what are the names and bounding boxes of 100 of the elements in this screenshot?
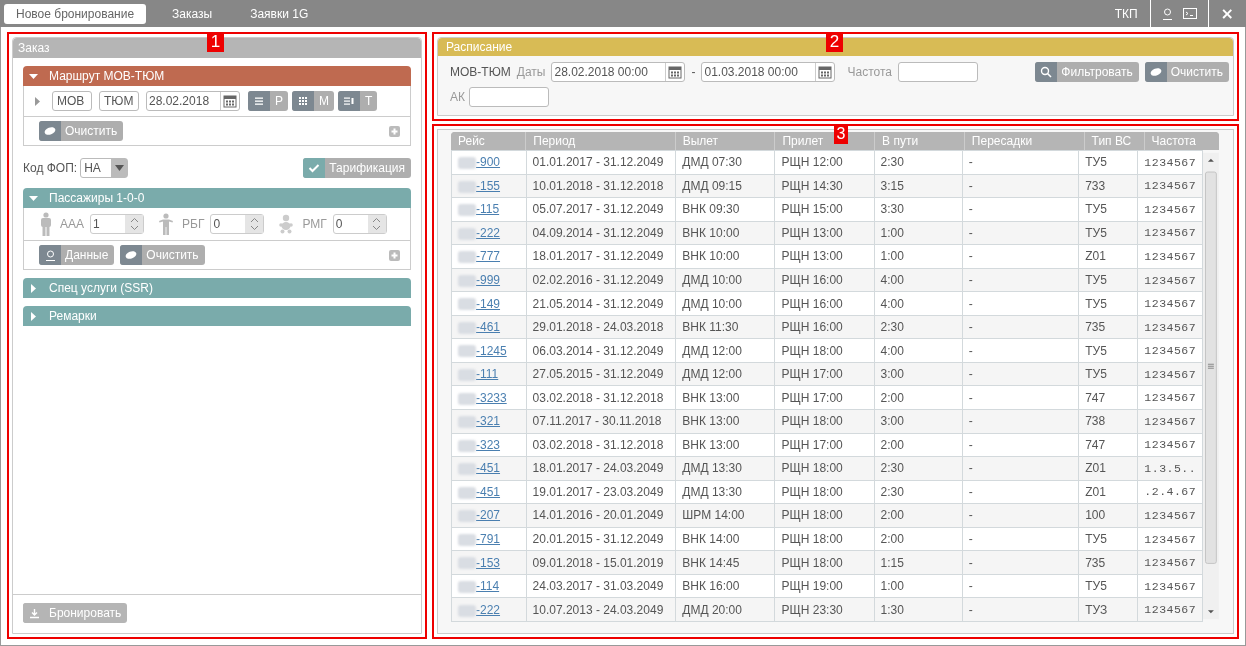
blurred-patch-icon <box>458 274 476 287</box>
arrival-cell: РЩН 14:30 <box>774 174 875 198</box>
caret-right-icon[interactable] <box>29 283 38 293</box>
nav-tab[interactable]: Заказы <box>160 3 225 24</box>
arrival-cell: РЩН 18:00 <box>774 456 875 481</box>
number-spinner[interactable]: 0 <box>332 214 387 234</box>
transfers-cell: - <box>962 268 1079 292</box>
to-field[interactable]: ТЮМ <box>99 91 139 111</box>
close-button[interactable]: × <box>1214 4 1246 23</box>
caret-down-icon[interactable] <box>29 193 38 203</box>
caret-right-icon[interactable] <box>33 96 42 106</box>
spinner-arrows-icon <box>249 217 259 231</box>
flight-link[interactable]: -777 <box>476 249 501 264</box>
period-cell: 10.01.2018 - 31.12.2018 <box>526 174 676 198</box>
blurred-patch-icon <box>458 345 476 358</box>
download-icon <box>28 607 40 619</box>
period-cell: 18.01.2017 - 24.03.2049 <box>526 456 676 481</box>
arrival-cell: РЩН 16:00 <box>774 315 875 339</box>
caret-down-icon[interactable] <box>29 71 38 81</box>
arrival-cell: РЩН 13:00 <box>774 244 875 269</box>
flight-link[interactable]: -114 <box>476 579 500 594</box>
passenger-type-label: РМГ <box>302 217 327 231</box>
departure-cell: ДМД 13:30 <box>675 456 775 481</box>
blurred-patch-icon <box>458 227 476 240</box>
toggle-button[interactable]: Т <box>338 91 378 111</box>
user-icon[interactable] <box>1161 7 1173 20</box>
airline-field[interactable] <box>469 87 549 107</box>
departure-cell: ШРМ 14:00 <box>675 503 775 528</box>
arrival-cell: РЩН 13:00 <box>774 221 875 245</box>
number-spinner[interactable]: 0 <box>210 214 265 234</box>
clear-button[interactable]: Очистить <box>1144 62 1229 82</box>
transfers-cell: - <box>962 503 1079 528</box>
flight-link[interactable]: -111 <box>476 367 499 382</box>
period-cell: 05.07.2017 - 31.12.2049 <box>526 197 676 222</box>
plus-icon[interactable] <box>389 125 400 137</box>
toggle-button[interactable]: Р <box>248 91 288 111</box>
flight-link[interactable]: -321 <box>476 414 501 429</box>
from-field[interactable]: МОВ <box>52 91 92 111</box>
number-spinner[interactable]: 1 <box>90 214 144 234</box>
flight-link[interactable]: -791 <box>476 532 501 546</box>
transfers-cell: - <box>962 362 1079 386</box>
blurred-patch-icon <box>458 321 476 334</box>
filter-button[interactable]: Фильтровать <box>1035 62 1139 82</box>
transfers-cell: - <box>962 150 1079 175</box>
section-header[interactable]: Ремарки <box>23 306 411 326</box>
period-cell: 03.02.2018 - 31.12.2018 <box>526 433 676 457</box>
arrival-cell: РЩН 18:00 <box>774 338 875 363</box>
arrival-cell: РЩН 18:00 <box>774 550 875 575</box>
date-from-field[interactable]: 28.02.2018 00:00 <box>551 62 686 82</box>
clear-button[interactable]: Очистить <box>120 245 205 265</box>
section-header[interactable]: Маршрут МОВ-ТЮМ <box>23 66 411 86</box>
transfers-cell: - <box>962 480 1079 504</box>
fop-label: Код ФОП: <box>23 161 78 175</box>
arrival-cell: РЩН 19:00 <box>774 574 875 598</box>
flight-link[interactable]: -900 <box>476 155 501 170</box>
blurred-patch-icon <box>458 580 476 593</box>
infant-icon <box>278 214 295 234</box>
calendar-icon <box>223 94 237 108</box>
scrollbar[interactable] <box>1203 150 1219 622</box>
departure-cell: ВНК 09:30 <box>675 197 775 222</box>
eraser-icon <box>1149 67 1162 77</box>
departure-cell: ДМД 13:30 <box>675 480 775 504</box>
nav-tab[interactable]: Заявки 1G <box>238 3 321 24</box>
message-icon[interactable] <box>1182 8 1197 19</box>
date-to-field[interactable]: 01.03.2018 00:00 <box>701 62 836 82</box>
departure-cell: ВНК 14:00 <box>675 527 775 551</box>
transfers-cell: - <box>962 574 1079 598</box>
departure-cell: ДМД 12:00 <box>675 362 775 386</box>
flight-link[interactable]: -153 <box>476 555 501 570</box>
flight-link[interactable]: -149 <box>476 296 501 311</box>
arrival-cell: РЩН 17:00 <box>774 362 875 386</box>
tariff-button[interactable]: Тарификация <box>303 158 411 178</box>
period-cell: 20.01.2015 - 31.12.2049 <box>526 527 676 551</box>
transfers-cell: - <box>962 456 1079 481</box>
arrival-cell: РЩН 15:00 <box>774 197 875 222</box>
toggle-button[interactable]: М <box>292 91 334 111</box>
departure-cell: ДМД 12:00 <box>675 338 775 363</box>
flight-link[interactable]: -222 <box>476 602 501 617</box>
transfers-cell: - <box>962 433 1079 457</box>
section-header[interactable]: Пассажиры 1-0-0 <box>23 188 411 208</box>
spinner-arrows-icon <box>372 217 382 231</box>
frequency-field[interactable] <box>897 62 978 82</box>
period-cell: 10.07.2013 - 24.03.2049 <box>526 597 676 622</box>
transfers-cell: - <box>962 221 1079 245</box>
caret-right-icon[interactable] <box>29 311 38 321</box>
flight-link[interactable]: -999 <box>476 273 501 287</box>
duration-cell: 2:30 <box>874 150 963 175</box>
date-field[interactable]: 28.02.2018 <box>146 91 240 111</box>
flight-link[interactable]: -115 <box>476 202 500 217</box>
data-button[interactable]: Данные <box>39 245 115 265</box>
adult-icon <box>40 212 52 236</box>
flight-link[interactable]: -207 <box>476 508 501 523</box>
period-cell: 14.01.2016 - 20.01.2049 <box>526 503 676 528</box>
nav-tab[interactable]: Новое бронирование <box>4 3 147 24</box>
fop-dropdown[interactable]: НА <box>80 158 129 178</box>
plus-icon[interactable] <box>389 249 400 261</box>
arrival-cell: РЩН 12:00 <box>774 150 875 175</box>
clear-button[interactable]: Очистить <box>39 121 124 141</box>
section-header[interactable]: Спец услуги (SSR) <box>23 278 411 298</box>
flight-link[interactable]: -451 <box>476 461 501 476</box>
